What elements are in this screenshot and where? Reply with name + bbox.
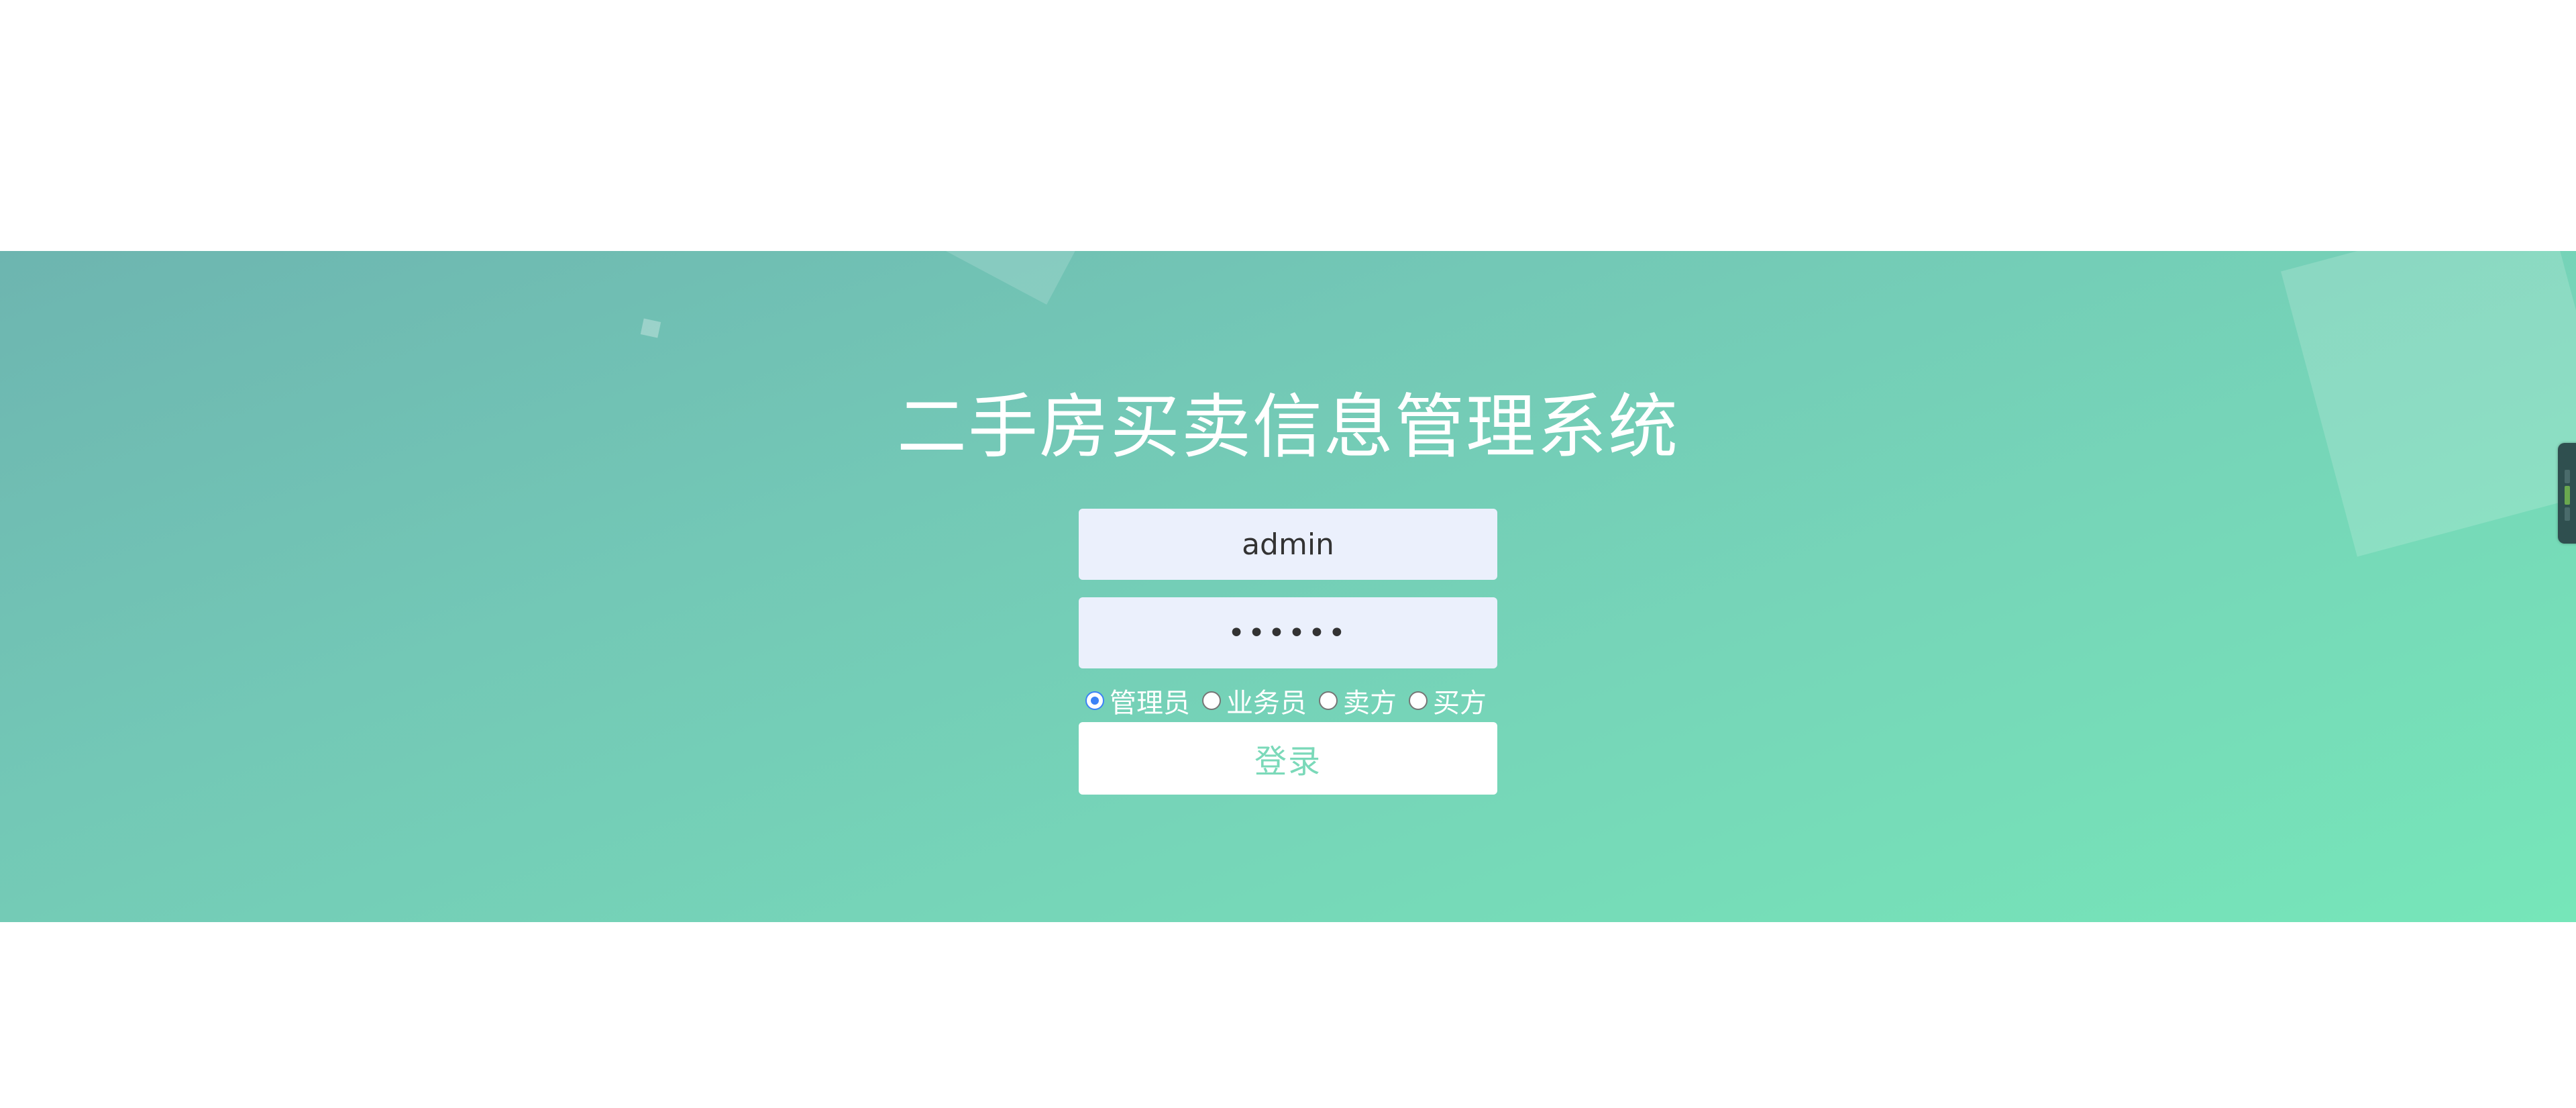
widget-bar-icon bbox=[2565, 507, 2570, 521]
radio-checked-icon[interactable] bbox=[1085, 691, 1104, 710]
decorative-square bbox=[640, 318, 661, 338]
page-title: 二手房买卖信息管理系统 bbox=[896, 386, 1679, 468]
login-page: 二手房买卖信息管理系统 管理员 业务员 卖方 买方 登录 bbox=[0, 0, 2576, 1108]
login-background: 二手房买卖信息管理系统 管理员 业务员 卖方 买方 登录 bbox=[0, 251, 2576, 922]
role-radio-group: 管理员 业务员 卖方 买方 bbox=[1079, 681, 1508, 720]
login-button[interactable]: 登录 bbox=[1079, 722, 1497, 795]
decorative-square bbox=[916, 251, 1110, 305]
role-option-seller[interactable]: 卖方 bbox=[1312, 681, 1397, 720]
role-label: 卖方 bbox=[1343, 688, 1397, 719]
role-option-admin[interactable]: 管理员 bbox=[1079, 681, 1190, 720]
role-label: 买方 bbox=[1433, 688, 1487, 719]
role-label: 管理员 bbox=[1110, 688, 1190, 719]
radio-unchecked-icon[interactable] bbox=[1409, 691, 1428, 710]
username-input[interactable] bbox=[1079, 509, 1497, 580]
widget-bar-icon bbox=[2565, 470, 2570, 483]
radio-unchecked-icon[interactable] bbox=[1319, 691, 1338, 710]
role-label: 业务员 bbox=[1226, 688, 1307, 719]
widget-bar-icon bbox=[2565, 486, 2570, 505]
role-option-staff[interactable]: 业务员 bbox=[1195, 681, 1307, 720]
radio-unchecked-icon[interactable] bbox=[1202, 691, 1221, 710]
password-input[interactable] bbox=[1079, 597, 1497, 668]
role-option-buyer[interactable]: 买方 bbox=[1402, 681, 1487, 720]
